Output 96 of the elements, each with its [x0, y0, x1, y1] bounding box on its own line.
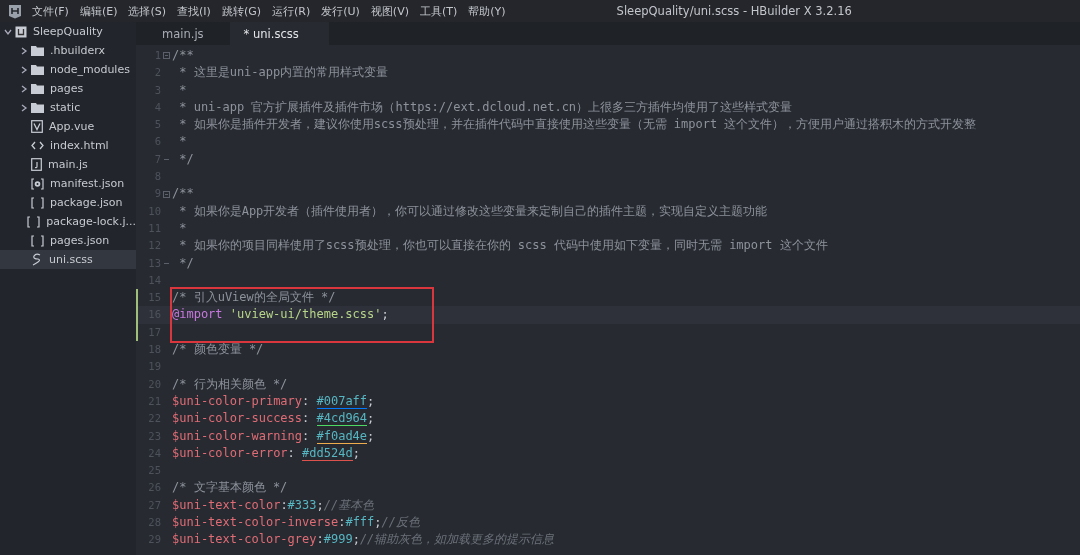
code-variable: $uni-color-primary: [172, 393, 303, 408]
code-comment: /* 行为相关颜色 */: [172, 376, 288, 391]
menu-item[interactable]: 文件(F): [32, 3, 69, 19]
code-variable: $uni-color-warning: [172, 428, 303, 443]
code-comment: //辅助灰色，如加载更多的提示信息: [359, 532, 555, 547]
fold-icon[interactable]: [163, 52, 170, 60]
gear-file-icon: [31, 177, 44, 190]
menu-item[interactable]: 运行(R): [272, 3, 311, 19]
code-punctuation: :: [280, 497, 288, 512]
code-punctuation: :: [338, 515, 346, 529]
code-punctuation: :: [302, 411, 311, 426]
code-comment: */: [178, 255, 194, 270]
brackets-icon: [27, 215, 41, 228]
tree-item[interactable]: App.vue: [0, 117, 136, 136]
code-comment: * 如果你是插件开发者，建议你使用scss预处理，并在插件代码中直接使用这些变量（无需 import 这个文件），方便用户通过搭积木的方式开发整: [178, 117, 977, 132]
tree-item[interactable]: package-lock.j...: [0, 212, 136, 231]
code-punctuation: ;: [316, 497, 324, 512]
code-number: #fff: [345, 515, 375, 529]
code-punctuation: ;: [352, 532, 360, 547]
code-comment: *: [178, 82, 187, 97]
code-punctuation: ;: [367, 428, 375, 443]
code-brackets-icon: [31, 141, 44, 150]
tree-item[interactable]: manifest.json: [0, 174, 136, 193]
brackets-icon: [31, 234, 44, 247]
app-logo-icon: [8, 3, 22, 19]
code-punctuation: ;: [374, 515, 382, 529]
code-comment: /* 颜色变量 */: [172, 342, 264, 357]
tree-item[interactable]: SleepQuality: [0, 22, 136, 41]
code-color-value: #f0ad4e: [316, 428, 368, 444]
folder-icon: [31, 102, 44, 113]
code-comment: * 这里是uni-app内置的常用样式变量: [178, 65, 389, 80]
code-comment: * 如果你是App开发者（插件使用者），你可以通过修改这些变量来定制自己的插件主题，实现自定义主题功能: [178, 203, 768, 218]
code-comment: */: [178, 151, 194, 166]
code-comment: *: [178, 220, 187, 235]
menu-item[interactable]: 选择(S): [128, 3, 167, 19]
menu-item[interactable]: 查找(I): [177, 3, 211, 19]
fold-icon[interactable]: [163, 190, 170, 198]
code-comment: /* 引入uView的全局文件 */: [172, 290, 336, 305]
code-color-value: #4cd964: [316, 411, 368, 427]
code-variable: $uni-text-color: [172, 497, 281, 512]
chevron-icon[interactable]: [4, 27, 12, 36]
code-punctuation: :: [316, 532, 324, 547]
tree-item[interactable]: static: [0, 98, 136, 117]
code-string: 'uview-ui/theme.scss': [229, 307, 382, 322]
window-title: SleepQuality/uni.scss - HBuilder X 3.2.16: [616, 4, 852, 18]
brackets-icon: [31, 196, 44, 209]
code-comment: /**: [172, 48, 194, 62]
code-comment: /* 文字基本颜色 */: [172, 480, 288, 495]
tree-item[interactable]: main.js: [0, 155, 136, 174]
code-keyword: @import: [172, 307, 223, 322]
code-comment: //基本色: [323, 497, 375, 512]
code-comment: /**: [172, 186, 194, 201]
folder-icon: [31, 45, 44, 56]
tree-item[interactable]: uni.scss: [0, 250, 136, 269]
menu-item[interactable]: 跳转(G): [221, 3, 261, 19]
file-icon: [31, 120, 43, 133]
code-number: #333: [287, 497, 317, 512]
code-variable: $uni-text-color-grey: [172, 532, 317, 547]
project-icon: [15, 25, 27, 38]
code-comment: *: [178, 134, 187, 149]
folder-icon: [31, 64, 44, 75]
chevron-icon: [20, 103, 28, 112]
code-number: #999: [323, 532, 353, 547]
code-comment: //反色: [381, 515, 420, 529]
code-variable: $uni-color-error: [172, 445, 288, 460]
code-punctuation: ;: [381, 307, 389, 322]
file-icon: [31, 158, 42, 171]
tree-item[interactable]: index.html: [0, 136, 136, 155]
folder-icon: [31, 83, 44, 94]
code-punctuation: ;: [367, 411, 375, 426]
menu-item[interactable]: 发行(U): [321, 3, 360, 19]
code-comment: * uni-app 官方扩展插件及插件市场（https://ext.dcloud.net.cn）上很多三方插件均使用了这些样式变量: [178, 99, 793, 114]
menu-item[interactable]: 工具(T): [419, 3, 458, 19]
tree-item[interactable]: pages: [0, 79, 136, 98]
menu-item[interactable]: 编辑(E): [79, 3, 118, 19]
editor-tab[interactable]: * uni.scss: [229, 22, 329, 45]
code-punctuation: ;: [367, 393, 375, 408]
tree-item[interactable]: pages.json: [0, 231, 136, 250]
tree-item[interactable]: node_modules: [0, 60, 136, 79]
code-variable: $uni-color-success: [172, 411, 303, 426]
chevron-icon: [20, 84, 28, 93]
code-punctuation: ;: [352, 445, 360, 460]
menu-item[interactable]: 视图(V): [370, 3, 409, 19]
code-punctuation: :: [302, 393, 311, 408]
chevron-icon: [20, 46, 28, 55]
scss-file-icon: [31, 253, 43, 266]
code-variable: $uni-text-color-inverse: [172, 515, 339, 529]
code-comment: * 如果你的项目同样使用了scss预处理，你也可以直接在你的 scss 代码中使用如下变量，同时无需 import 这个文件: [178, 238, 828, 253]
tree-item[interactable]: .hbuilderx: [0, 41, 136, 60]
code-color-value: #dd524d: [302, 445, 353, 461]
code-punctuation: :: [287, 445, 296, 460]
chevron-icon: [20, 65, 28, 74]
code-color-value: #007aff: [316, 393, 368, 409]
code-punctuation: :: [302, 428, 311, 443]
tree-item[interactable]: package.json: [0, 193, 136, 212]
menu-item[interactable]: 帮助(Y): [468, 3, 506, 19]
